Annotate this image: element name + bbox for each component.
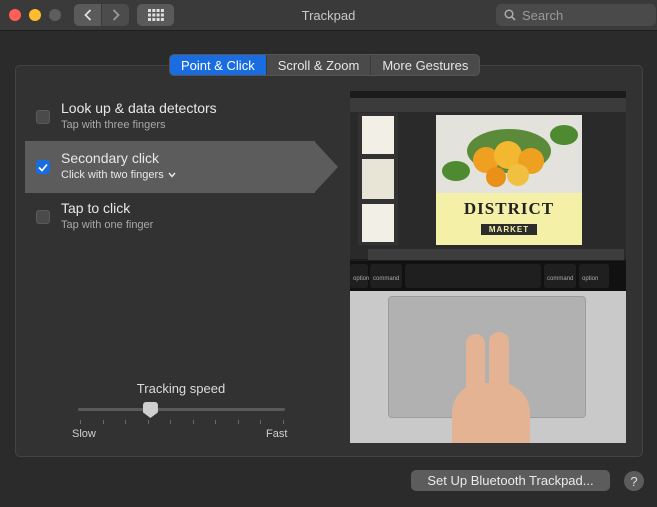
preview-keyboard: option command command option [350,261,626,291]
preview-key: option [579,264,609,288]
show-all-button[interactable] [137,4,174,26]
preview-key: option [350,264,369,288]
slider-max-label: Fast [266,428,288,440]
forward-icon [112,9,120,21]
preview-key: command [544,264,576,288]
slider-tick [80,420,81,424]
preview-thumbnail [362,116,394,154]
back-button[interactable] [74,4,101,26]
preview-laptop-body [350,291,626,443]
preview-page: DISTRICT MARKET [436,115,582,245]
tap-to-click-checkbox[interactable] [36,210,50,224]
checkmark-icon [38,163,48,172]
option-subtitle: Tap with three fingers [61,119,166,131]
slider-tick [192,420,194,424]
zoom-icon[interactable] [49,9,61,21]
preview-key: command [370,264,402,288]
chevron-down-icon [168,172,176,178]
gesture-preview-image: DISTRICT MARKET option command command o… [350,91,626,443]
slider-tick [260,420,262,424]
slider-tick [170,420,172,424]
forward-button[interactable] [102,4,129,26]
preview-thumbnail [362,204,394,242]
option-secondary-click[interactable]: Secondary click Click with two fingers [25,141,315,193]
option-title: Look up & data detectors [61,100,217,116]
option-subtitle: Click with two fingers [61,169,164,181]
grid-icon [147,9,164,21]
tracking-speed-label: Tracking speed [136,381,226,396]
poster-subtitle: MARKET [480,224,538,235]
search-icon [504,9,516,21]
secondary-click-checkbox[interactable] [36,160,50,174]
slider-tick [125,420,127,424]
setup-bluetooth-trackpad-button[interactable]: Set Up Bluetooth Trackpad... [411,470,610,491]
slider-tick [102,420,104,424]
tab-scroll-and-zoom[interactable]: Scroll & Zoom [265,55,371,75]
search-input[interactable] [522,7,652,23]
look-up-checkbox[interactable] [36,110,50,124]
slider-tick [215,420,217,424]
tab-point-and-click[interactable]: Point & Click [170,55,266,75]
option-subtitle: Tap with one finger [61,219,154,231]
tracking-speed-slider[interactable] [78,408,285,411]
preview-thumbnail [362,159,394,199]
selection-pointer [314,141,338,193]
slider-tick [147,420,149,424]
help-button[interactable]: ? [624,471,644,491]
preview-spacebar [405,264,541,288]
back-icon [83,9,91,21]
preview-screen: DISTRICT MARKET [350,91,626,260]
tab-more-gestures[interactable]: More Gestures [370,55,479,75]
slider-tick [283,420,284,424]
preview-poster: DISTRICT MARKET [436,193,582,245]
preview-photo [436,115,582,193]
secondary-click-dropdown[interactable]: Click with two fingers [61,169,176,181]
preview-toolbar [350,98,626,112]
search-field[interactable] [496,4,656,26]
option-tap-to-click[interactable]: Tap to click Tap with one finger [25,191,315,243]
title-bar: Trackpad [0,0,657,31]
slider-tick [237,420,239,424]
minimize-icon[interactable] [29,9,41,21]
preview-hand [452,383,530,443]
option-look-up[interactable]: Look up & data detectors Tap with three … [25,91,315,143]
tab-bar: Point & Click Scroll & Zoom More Gesture… [169,54,481,76]
preview-thumbnails [358,113,398,245]
option-title: Secondary click [61,150,160,166]
preview-dock [368,249,624,260]
slider-min-label: Slow [72,428,96,440]
poster-title: DISTRICT [463,199,555,218]
close-icon[interactable] [9,9,21,21]
preview-menubar [350,91,626,98]
option-title: Tap to click [61,200,131,216]
